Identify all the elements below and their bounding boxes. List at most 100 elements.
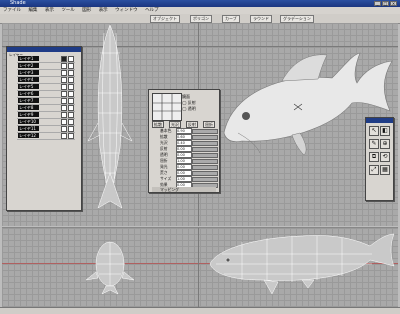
lock-checkbox[interactable]	[68, 91, 74, 97]
minimize-button[interactable]: _	[374, 1, 381, 6]
preview-grid	[153, 94, 181, 120]
layer-row[interactable]: レイヤ7	[17, 98, 75, 105]
maximize-button[interactable]: □	[382, 1, 389, 6]
visibility-checkbox[interactable]	[61, 91, 67, 97]
property-row: 透明 0.00	[152, 152, 218, 158]
tool-palette-titlebar[interactable]	[366, 118, 393, 123]
title-bar: Shade _ □ ×	[0, 0, 400, 7]
visibility-checkbox[interactable]	[61, 119, 67, 125]
lock-checkbox[interactable]	[68, 119, 74, 125]
toolbar-curve[interactable]: カーブ	[222, 15, 240, 23]
lock-checkbox[interactable]	[68, 98, 74, 104]
layer-name: レイヤ11	[18, 126, 39, 131]
option-specular[interactable]: 鏡面	[182, 94, 190, 99]
layer-name: レイヤ10	[18, 119, 39, 124]
option-reflect[interactable]: ◯ 反射	[182, 100, 196, 105]
layer-name: レイヤ4	[18, 77, 39, 82]
layer-panel: レイヤー レイヤ1 レイヤ2 レイヤ3 レイヤ4 レイヤ5 レイヤ6 レイヤ7 …	[6, 46, 82, 211]
toolbar-gradient[interactable]: グラデーション	[280, 15, 314, 23]
pen-tool-icon[interactable]: ✎	[369, 139, 379, 149]
visibility-checkbox[interactable]	[61, 98, 67, 104]
menu-shape[interactable]: 図形	[82, 8, 91, 13]
layer-row[interactable]: レイヤ5	[17, 84, 75, 91]
property-label: 荒さ	[160, 170, 168, 175]
tab-diffuse[interactable]: 拡散	[152, 121, 164, 128]
visibility-checkbox[interactable]	[61, 105, 67, 111]
lock-checkbox[interactable]	[68, 63, 74, 69]
property-label: マッピング	[160, 187, 179, 192]
lock-checkbox[interactable]	[68, 56, 74, 62]
lock-checkbox[interactable]	[68, 112, 74, 118]
property-row: 反射 0.00	[152, 146, 218, 152]
visibility-checkbox[interactable]	[61, 70, 67, 76]
layer-name: レイヤ8	[18, 105, 39, 110]
toolbar-polygon[interactable]: ポリゴン	[190, 15, 212, 23]
lock-checkbox[interactable]	[68, 77, 74, 83]
menu-edit[interactable]: 編集	[28, 8, 37, 13]
visibility-checkbox[interactable]	[61, 63, 67, 69]
lock-checkbox[interactable]	[68, 70, 74, 76]
shape-tool-icon[interactable]: ◧	[380, 126, 390, 136]
property-row: 基本色 0.90	[152, 128, 218, 134]
layer-name: レイヤ3	[18, 70, 39, 75]
mapping-row[interactable]: マッピング	[152, 187, 216, 192]
visibility-checkbox[interactable]	[61, 84, 67, 90]
option-transparent[interactable]: ◯ 透明	[182, 106, 196, 111]
scale-tool-icon[interactable]: ⤢	[369, 165, 379, 175]
layer-row[interactable]: レイヤ12	[17, 133, 75, 140]
property-label: 反射	[160, 146, 168, 151]
lock-checkbox[interactable]	[68, 133, 74, 139]
layer-row[interactable]: レイヤ4	[17, 77, 75, 84]
layer-row[interactable]: レイヤ2	[17, 63, 75, 70]
layer-name: レイヤ1	[18, 56, 39, 61]
tab-reflect[interactable]: 反射	[186, 121, 198, 128]
tab-gloss[interactable]: 光沢	[169, 121, 181, 128]
menu-help[interactable]: ヘルプ	[145, 8, 159, 13]
menu-display[interactable]: 表示	[99, 8, 108, 13]
property-row: 光沢 0.40	[152, 140, 218, 146]
property-label: 発光	[160, 164, 168, 169]
property-row: 拡散 0.60	[152, 134, 218, 140]
layer-name: レイヤ2	[18, 63, 39, 68]
visibility-checkbox[interactable]	[61, 56, 67, 62]
layer-name: レイヤ9	[18, 112, 39, 117]
layer-row[interactable]: レイヤ9	[17, 112, 75, 119]
visibility-checkbox[interactable]	[61, 77, 67, 83]
lock-checkbox[interactable]	[68, 105, 74, 111]
select-tool-icon[interactable]: ↖	[369, 126, 379, 136]
toolbar-round[interactable]: ラウンド	[250, 15, 272, 23]
menu-window[interactable]: ウィンドウ	[115, 8, 138, 13]
menu-file[interactable]: ファイル	[3, 8, 21, 13]
close-button[interactable]: ×	[390, 1, 397, 6]
layer-row[interactable]: レイヤ11	[17, 126, 75, 133]
layer-row[interactable]: レイヤ8	[17, 105, 75, 112]
layer-row[interactable]: レイヤ6	[17, 91, 75, 98]
menu-view[interactable]: 表示	[45, 8, 54, 13]
tab-refract[interactable]: 屈折	[203, 121, 215, 128]
window-title: Shade	[10, 0, 26, 6]
viewport-bottom[interactable]	[2, 227, 398, 308]
visibility-checkbox[interactable]	[61, 126, 67, 132]
visibility-checkbox[interactable]	[61, 133, 67, 139]
layer-name: レイヤ7	[18, 98, 39, 103]
grid-tool-icon[interactable]: ▦	[380, 165, 390, 175]
property-row: サイズ 1.00	[152, 176, 218, 182]
property-label: 拡散	[160, 134, 168, 139]
layer-panel-titlebar[interactable]	[7, 47, 81, 52]
layer-row[interactable]: レイヤ3	[17, 70, 75, 77]
property-label: 透明	[160, 152, 168, 157]
add-point-tool-icon[interactable]: ⊕	[380, 139, 390, 149]
toolbar-object[interactable]: オブジェクト	[150, 15, 180, 23]
copy-tool-icon[interactable]: ⧉	[369, 152, 379, 162]
tool-palette: ↖ ◧ ✎ ⊕ ⧉ ⟲ ⤢ ▦	[365, 117, 394, 201]
visibility-checkbox[interactable]	[61, 112, 67, 118]
layer-row[interactable]: レイヤ1	[17, 56, 75, 63]
rotate-tool-icon[interactable]: ⟲	[380, 152, 390, 162]
layer-name: レイヤ5	[18, 84, 39, 89]
menu-tools[interactable]: ツール	[61, 8, 75, 13]
lock-checkbox[interactable]	[68, 84, 74, 90]
property-row: 荒さ 0.00	[152, 170, 218, 176]
lock-checkbox[interactable]	[68, 126, 74, 132]
property-label: 光沢	[160, 140, 168, 145]
layer-row[interactable]: レイヤ10	[17, 119, 75, 126]
